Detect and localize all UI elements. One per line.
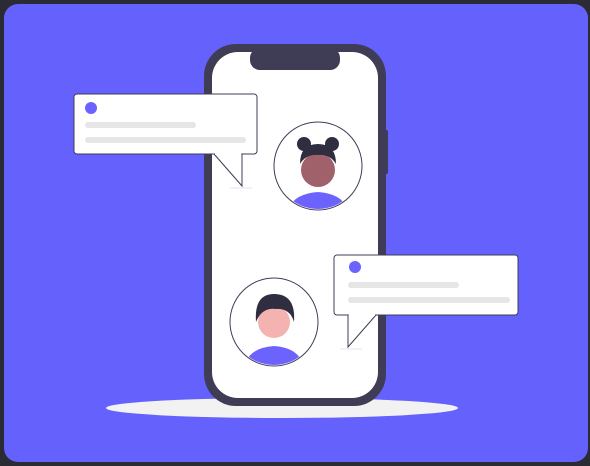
- bubble-text-line: [348, 297, 510, 303]
- bubble-text-line: [85, 137, 246, 143]
- bubble-text-line: [85, 122, 196, 128]
- chat-illustration: [4, 4, 588, 462]
- illustration-panel: [4, 4, 588, 462]
- bubble-text-line: [348, 282, 459, 288]
- avatar-face: [301, 153, 335, 187]
- phone-side-button: [382, 130, 388, 174]
- bubble-avatar-dot: [349, 261, 361, 273]
- bubble-avatar-dot: [85, 102, 97, 114]
- phone-notch: [250, 48, 340, 70]
